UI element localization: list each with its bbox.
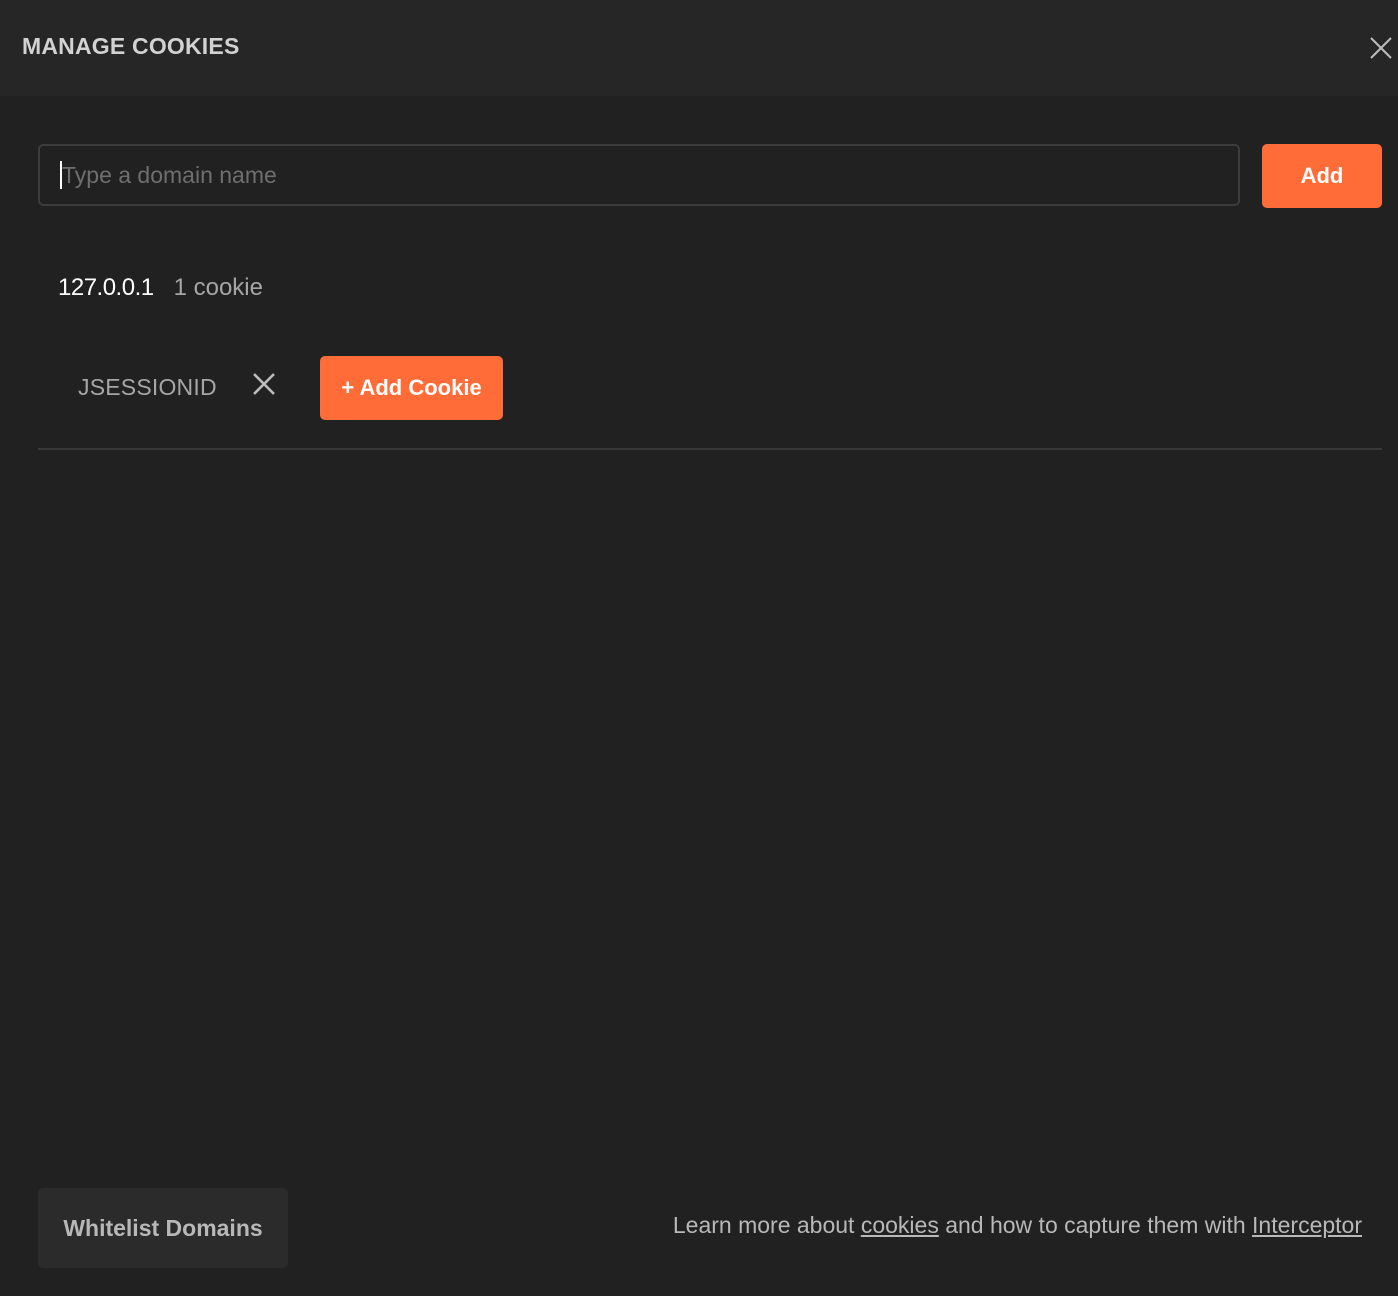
domain-row: 127.0.0.1 1 cookie xyxy=(58,272,263,304)
domain-name[interactable]: 127.0.0.1 xyxy=(58,274,154,302)
cookies-link[interactable]: cookies xyxy=(861,1212,939,1238)
footer-help-text: Learn more about cookies and how to capt… xyxy=(673,1212,1362,1239)
close-icon-svg xyxy=(1370,37,1392,59)
text-cursor xyxy=(60,161,62,189)
remove-cookie-icon[interactable] xyxy=(252,372,276,396)
footer-text-middle: and how to capture them with xyxy=(938,1212,1253,1238)
close-icon[interactable] xyxy=(1368,35,1394,61)
footer-text-before: Learn more about xyxy=(672,1212,861,1238)
add-domain-button[interactable]: Add xyxy=(1262,144,1382,208)
interceptor-link[interactable]: Interceptor xyxy=(1252,1212,1362,1238)
manage-cookies-modal: MANAGE COOKIES Add 127.0.0.1 1 cookie JS… xyxy=(0,0,1398,1296)
cookie-chip[interactable]: JSESSIONID xyxy=(78,370,217,404)
whitelist-domains-button[interactable]: Whitelist Domains xyxy=(38,1188,288,1268)
cookie-name[interactable]: JSESSIONID xyxy=(78,374,217,401)
cookie-count: 1 cookie xyxy=(173,274,263,301)
remove-cookie-icon-svg xyxy=(253,373,275,395)
modal-header: MANAGE COOKIES xyxy=(0,0,1398,96)
divider xyxy=(38,448,1382,450)
modal-title: MANAGE COOKIES xyxy=(22,33,240,59)
domain-name-input[interactable] xyxy=(38,144,1240,206)
add-cookie-button[interactable]: + Add Cookie xyxy=(320,356,503,420)
